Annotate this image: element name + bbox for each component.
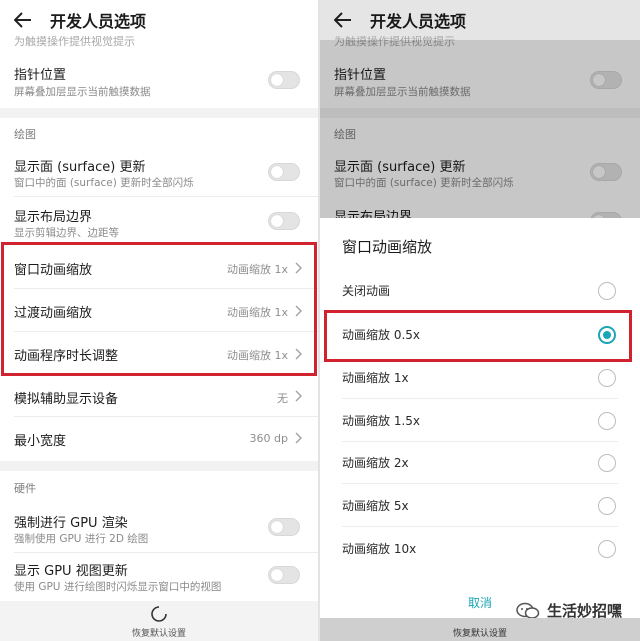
layout-bounds-row[interactable]: 显示布局边界 显示剪辑边界、边距等	[0, 200, 318, 246]
gpu-view-updates-row[interactable]: 显示 GPU 视图更新 使用 GPU 进行绘图时闪烁显示窗口中的视图	[0, 554, 318, 600]
radio-button[interactable]	[598, 369, 616, 387]
radio-button[interactable]	[598, 540, 616, 558]
left-screen: 开发人员选项 为触摸操作提供视觉提示 指针位置 屏幕叠加层显示当前触摸数据 绘图…	[0, 0, 318, 641]
highlight-box	[1, 242, 317, 376]
option-scale-1.5x[interactable]: 动画缩放 1.5x	[320, 400, 640, 442]
radio-button[interactable]	[598, 497, 616, 515]
right-screen: 开发人员选项 为触摸操作提供视觉提示 指针位置 屏幕叠加层显示当前触摸数据 绘图…	[320, 0, 640, 641]
layout-bounds-toggle[interactable]	[268, 212, 300, 230]
animation-scale-dialog: 窗口动画缩放 关闭动画 动画缩放 0.5x 动画缩放 1x 动画缩放 1.5x …	[320, 218, 640, 618]
smallest-width-row[interactable]: 最小宽度 360 dp	[0, 418, 318, 458]
row-title: 最小宽度	[14, 434, 67, 449]
reset-defaults-bar: 恢复默认设置	[320, 618, 640, 641]
page-title: 开发人员选项	[50, 12, 147, 31]
cancel-button[interactable]: 取消	[468, 594, 492, 611]
row-title: 指针位置	[14, 68, 67, 83]
clipped-subtitle: 为触摸操作提供视觉提示	[14, 36, 135, 48]
row-title: 显示 GPU 视图更新	[14, 564, 128, 579]
dim-overlay	[320, 0, 640, 40]
chevron-right-icon	[295, 432, 302, 444]
section-header-drawing: 绘图	[14, 128, 36, 141]
surface-updates-toggle[interactable]	[268, 163, 300, 181]
row-subtitle: 屏幕叠加层显示当前触摸数据	[14, 86, 151, 98]
divider	[342, 526, 618, 527]
gpu-view-toggle[interactable]	[268, 566, 300, 584]
surface-updates-row[interactable]: 显示面 (surface) 更新 窗口中的面 (surface) 更新时全部闪烁	[0, 150, 318, 196]
row-subtitle: 使用 GPU 进行绘图时闪烁显示窗口中的视图	[14, 581, 222, 593]
row-title: 强制进行 GPU 渲染	[14, 516, 128, 531]
divider	[14, 416, 318, 417]
row-title: 显示面 (surface) 更新	[14, 160, 146, 175]
pointer-location-toggle[interactable]	[268, 71, 300, 89]
option-label: 关闭动画	[342, 284, 391, 298]
reset-defaults-label: 恢复默认设置	[452, 629, 507, 639]
force-gpu-toggle[interactable]	[268, 518, 300, 536]
row-subtitle: 显示剪辑边界、边距等	[14, 227, 119, 239]
dim-overlay[interactable]	[320, 40, 640, 218]
option-label: 动画缩放 10x	[342, 542, 417, 556]
divider	[14, 196, 318, 197]
radio-button[interactable]	[598, 282, 616, 300]
option-scale-1x[interactable]: 动画缩放 1x	[320, 357, 640, 399]
divider	[14, 552, 318, 553]
dialog-title: 窗口动画缩放	[342, 238, 433, 256]
top-bar: 开发人员选项	[0, 0, 318, 40]
option-scale-10x[interactable]: 动画缩放 10x	[320, 528, 640, 570]
pointer-location-row[interactable]: 指针位置 屏幕叠加层显示当前触摸数据	[0, 56, 318, 106]
option-label: 动画缩放 1x	[342, 371, 409, 385]
radio-button[interactable]	[598, 454, 616, 472]
option-label: 动画缩放 1.5x	[342, 414, 421, 428]
radio-button[interactable]	[598, 412, 616, 430]
reset-icon	[151, 606, 167, 622]
section-gap	[0, 461, 318, 471]
section-header-hardware: 硬件	[14, 482, 36, 495]
row-value: 360 dp	[249, 432, 288, 445]
option-label: 动画缩放 5x	[342, 499, 409, 513]
reset-defaults-bar[interactable]: 恢复默认设置	[0, 601, 318, 641]
highlight-box	[324, 310, 632, 362]
force-gpu-rendering-row[interactable]: 强制进行 GPU 渲染 强制使用 GPU 进行 2D 绘图	[0, 506, 318, 552]
back-arrow-icon[interactable]	[12, 9, 34, 31]
option-label: 动画缩放 2x	[342, 456, 409, 470]
row-subtitle: 窗口中的面 (surface) 更新时全部闪烁	[14, 177, 194, 189]
chevron-right-icon	[295, 390, 302, 402]
divider	[342, 483, 618, 484]
simulate-secondary-display-row[interactable]: 模拟辅助显示设备 无	[0, 376, 318, 416]
section-gap	[0, 108, 318, 118]
row-title: 显示布局边界	[14, 210, 93, 225]
divider	[342, 398, 618, 399]
option-scale-5x[interactable]: 动画缩放 5x	[320, 485, 640, 527]
reset-defaults-label: 恢复默认设置	[131, 629, 186, 639]
row-subtitle: 强制使用 GPU 进行 2D 绘图	[14, 533, 149, 545]
option-animation-off[interactable]: 关闭动画	[320, 270, 640, 312]
row-title: 模拟辅助显示设备	[14, 392, 119, 407]
option-scale-2x[interactable]: 动画缩放 2x	[320, 442, 640, 484]
row-value: 无	[277, 392, 288, 405]
